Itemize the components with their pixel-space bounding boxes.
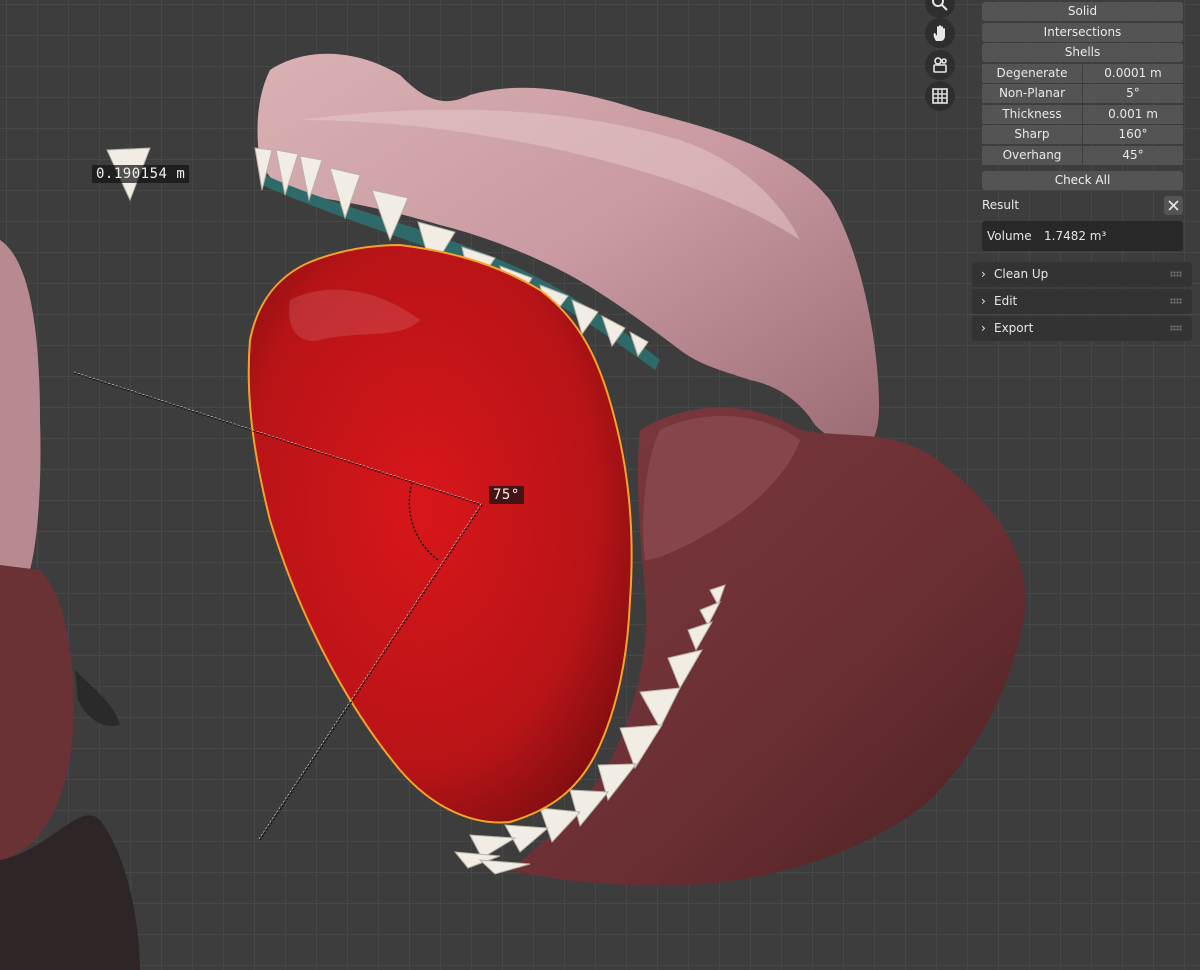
- sharp-value-field[interactable]: 160°: [1083, 125, 1183, 144]
- length-measure-label: 0.190154 m: [92, 165, 190, 183]
- check-row-thickness: Thickness 0.001 m: [982, 105, 1183, 124]
- checks-panel: Solid Intersections Shells Degenerate 0.…: [972, 0, 1194, 345]
- check-label: Degenerate: [982, 64, 1082, 83]
- chevron-right-icon: ›: [981, 267, 986, 281]
- chevron-right-icon: ›: [981, 294, 986, 308]
- degenerate-value-field[interactable]: 0.0001 m: [1083, 64, 1183, 83]
- section-title: Clean Up: [994, 267, 1049, 281]
- drag-handle-icon[interactable]: [1170, 298, 1182, 304]
- drag-handle-icon[interactable]: [1170, 271, 1182, 277]
- section-edit[interactable]: › Edit: [972, 289, 1192, 314]
- left-model-upper: [0, 240, 41, 575]
- check-row-degenerate: Degenerate 0.0001 m: [982, 64, 1183, 83]
- check-label: Non-Planar: [982, 84, 1082, 103]
- overhang-value-field[interactable]: 45°: [1083, 146, 1183, 165]
- section-title: Export: [994, 321, 1034, 335]
- drag-handle-icon[interactable]: [1170, 325, 1182, 331]
- check-label: Sharp: [982, 125, 1082, 144]
- toggle-intersections[interactable]: Intersections: [982, 23, 1183, 42]
- check-row-overhang: Overhang 45°: [982, 146, 1183, 165]
- thickness-value-field[interactable]: 0.001 m: [1083, 105, 1183, 124]
- camera-icon[interactable]: [925, 50, 955, 80]
- non-planar-value-field[interactable]: 5°: [1083, 84, 1183, 103]
- chevron-right-icon: ›: [981, 321, 986, 335]
- check-row-sharp: Sharp 160°: [982, 125, 1183, 144]
- check-all-button[interactable]: Check All: [982, 171, 1183, 190]
- section-export[interactable]: › Export: [972, 316, 1192, 341]
- hand-pan-icon[interactable]: [925, 18, 955, 48]
- check-row-non-planar: Non-Planar 5°: [982, 84, 1183, 103]
- check-label: Thickness: [982, 105, 1082, 124]
- toggle-solid[interactable]: Solid: [982, 2, 1183, 21]
- result-volume: Volume 1.7482 m³: [982, 221, 1183, 251]
- left-model-fin: [75, 670, 120, 726]
- angle-measure-label: 75°: [489, 486, 524, 504]
- result-label: Result: [982, 198, 1020, 212]
- left-model-lower: [0, 565, 74, 860]
- volume-label: Volume: [987, 229, 1032, 243]
- section-title: Edit: [994, 294, 1018, 308]
- check-label: Overhang: [982, 146, 1082, 165]
- close-icon[interactable]: [1164, 196, 1183, 215]
- grid-icon[interactable]: [925, 81, 955, 111]
- volume-value: 1.7482 m³: [1044, 229, 1107, 243]
- section-clean-up[interactable]: › Clean Up: [972, 262, 1192, 287]
- toggle-shells[interactable]: Shells: [982, 43, 1183, 62]
